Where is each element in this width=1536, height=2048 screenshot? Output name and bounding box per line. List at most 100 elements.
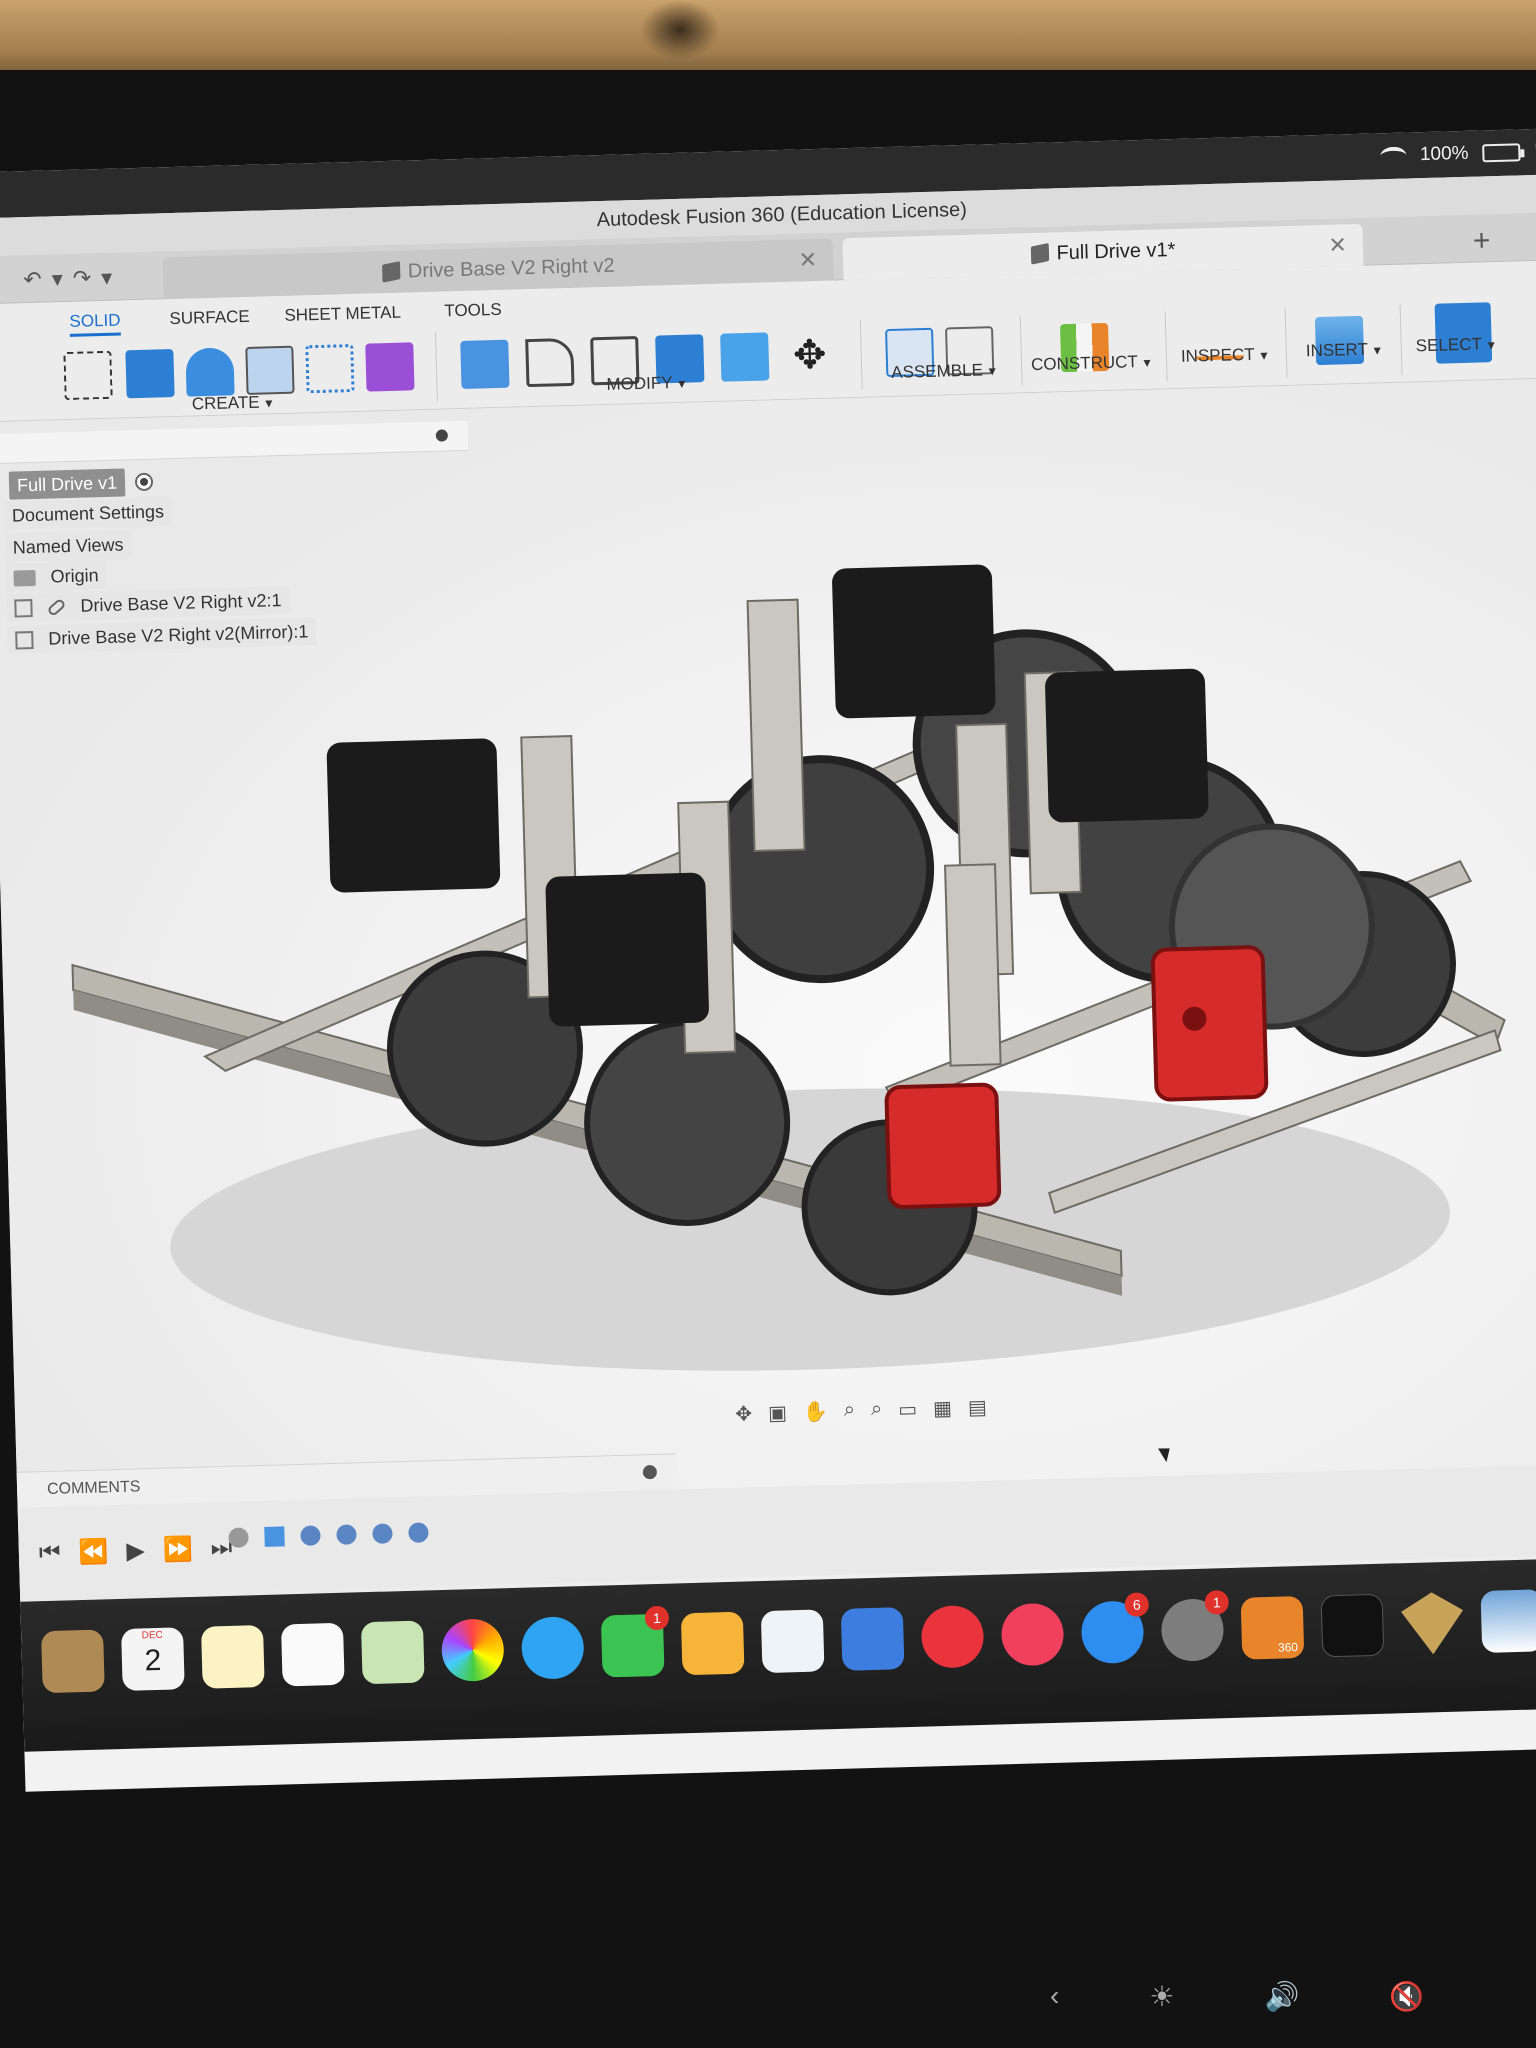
system-preferences-icon[interactable]: 1 <box>1160 1590 1230 1662</box>
timeline-joint-icon[interactable] <box>372 1523 393 1544</box>
battery-icon[interactable] <box>1482 143 1521 163</box>
collapse-icon[interactable] <box>435 429 449 442</box>
calendar-month: DEC <box>141 1629 163 1642</box>
fusion-360-icon[interactable]: 360 <box>1240 1595 1305 1660</box>
component-icon <box>14 599 33 618</box>
modify-menu[interactable]: MODIFY <box>606 373 688 395</box>
timeline-sketch-icon[interactable] <box>228 1527 249 1548</box>
redo-icon[interactable]: ↷ <box>72 265 91 292</box>
press-pull-icon[interactable] <box>460 339 510 389</box>
keynote-icon[interactable] <box>840 1607 905 1671</box>
play-icon[interactable]: ▶ <box>126 1536 145 1566</box>
red-sensor <box>1150 945 1269 1102</box>
close-icon[interactable]: ✕ <box>1328 232 1347 259</box>
wifi-icon[interactable] <box>1379 146 1407 166</box>
grid-settings-icon[interactable]: ▦ <box>933 1396 953 1422</box>
tab-solid[interactable]: SOLID <box>69 310 121 337</box>
tree-item-origin[interactable]: Origin <box>5 560 108 592</box>
timeline-features <box>228 1522 429 1548</box>
insert-menu[interactable]: INSERT <box>1306 339 1384 361</box>
preferences-badge: 1 <box>1204 1590 1230 1615</box>
create-form-icon[interactable] <box>365 342 415 392</box>
link-icon <box>46 597 67 618</box>
fit-icon[interactable]: ⌕ <box>871 1398 883 1423</box>
tab-label: Drive Base V2 Right v2 <box>407 254 615 282</box>
move-icon[interactable]: ✥ <box>785 331 834 380</box>
brightness-icon[interactable]: ☀ <box>1149 1980 1174 2013</box>
notes-icon[interactable] <box>201 1625 265 1689</box>
divider <box>1284 307 1288 378</box>
redo-dropdown-icon[interactable]: ▾ <box>101 265 113 291</box>
tree-item-root[interactable]: Full Drive v1 <box>8 468 154 500</box>
create-menu[interactable]: CREATE <box>192 392 275 414</box>
motor <box>326 738 501 893</box>
orbit-icon[interactable]: ✥ <box>735 1401 752 1426</box>
new-tab-plus-icon[interactable]: + <box>1472 224 1490 258</box>
construct-menu[interactable]: CONSTRUCT <box>1031 352 1153 375</box>
hole-icon[interactable] <box>245 345 295 395</box>
timeline-feature-icon[interactable] <box>264 1526 285 1547</box>
chevron-left-icon[interactable]: ‹ <box>1050 1980 1059 2013</box>
extrude-icon[interactable] <box>125 349 175 399</box>
mute-icon[interactable]: 🔇 <box>1389 1980 1424 2013</box>
app-store-badge: 6 <box>1124 1592 1150 1617</box>
music-icon[interactable] <box>1000 1602 1065 1667</box>
tower <box>944 863 1002 1067</box>
tab-sheet-metal[interactable]: SHEET METAL <box>284 303 401 326</box>
undo-redo: ↶ ▾ ↷ ▾ <box>23 265 113 293</box>
contacts-icon[interactable] <box>41 1629 105 1694</box>
divider <box>434 331 438 402</box>
pattern-icon[interactable] <box>305 343 355 394</box>
look-at-icon[interactable]: ▣ <box>768 1400 788 1426</box>
app-store-icon[interactable]: 6 <box>1080 1592 1150 1665</box>
preview-icon[interactable] <box>1480 1589 1536 1653</box>
tab-tools[interactable]: TOOLS <box>444 300 502 322</box>
facetime-icon[interactable]: 1 <box>600 1605 670 1678</box>
step-forward-icon[interactable]: ⏩ <box>162 1535 193 1565</box>
tree-item-document-settings[interactable]: Document Settings <box>3 497 173 530</box>
numbers-icon[interactable] <box>760 1609 825 1674</box>
divider <box>859 319 863 390</box>
document-cube-icon <box>381 261 401 283</box>
zoom-icon[interactable]: ⌕ <box>843 1398 855 1423</box>
step-back-icon[interactable]: ⏪ <box>78 1537 109 1567</box>
inspect-menu[interactable]: INSPECT <box>1181 344 1270 366</box>
menubar-status: 100% M <box>1379 140 1536 167</box>
calendar-icon[interactable]: DEC 2 <box>121 1627 185 1691</box>
motor <box>1045 668 1209 823</box>
volume-icon[interactable]: 🔊 <box>1264 1980 1299 2013</box>
terminal-icon[interactable] <box>1320 1593 1385 1658</box>
timeline-joint-icon[interactable] <box>336 1524 357 1545</box>
pan-hand-icon[interactable]: ✋ <box>803 1399 829 1425</box>
photos-icon[interactable] <box>440 1618 505 1683</box>
tree-item-named-views[interactable]: Named Views <box>4 530 132 562</box>
fillet-icon[interactable] <box>525 337 575 388</box>
add-comment-icon[interactable] <box>642 1464 658 1480</box>
facetime-badge: 1 <box>644 1605 670 1631</box>
pages-icon[interactable] <box>680 1611 745 1676</box>
go-to-start-icon[interactable]: ⏮ <box>39 1539 61 1569</box>
undo-dropdown-icon[interactable]: ▾ <box>51 266 63 292</box>
window-title: Autodesk Fusion 360 (Education License) <box>596 198 968 232</box>
news-icon[interactable] <box>920 1604 985 1669</box>
tab-surface[interactable]: SURFACE <box>169 307 250 329</box>
assemble-menu[interactable]: ASSEMBLE <box>891 360 998 383</box>
close-icon[interactable]: ✕ <box>798 247 817 274</box>
tree-item-label: Origin <box>50 565 99 587</box>
scale-icon[interactable] <box>720 332 770 382</box>
create-sketch-icon[interactable] <box>63 350 113 401</box>
display-settings-icon[interactable]: ▭ <box>898 1397 918 1423</box>
timeline-joint-icon[interactable] <box>408 1522 429 1543</box>
timeline-joint-icon[interactable] <box>300 1525 321 1546</box>
app-logo-icon[interactable] <box>1401 1592 1465 1656</box>
select-menu[interactable]: SELECT <box>1415 334 1497 356</box>
touch-bar: ‹ ☀ 🔊 🔇 <box>1050 1980 1424 2013</box>
maps-icon[interactable] <box>360 1620 425 1685</box>
messages-icon[interactable] <box>520 1616 585 1680</box>
undo-icon[interactable]: ↶ <box>23 267 42 294</box>
revolve-icon[interactable] <box>185 347 235 397</box>
reminders-icon[interactable] <box>280 1622 345 1687</box>
viewports-icon[interactable]: ▤ <box>968 1395 988 1421</box>
tab-label: Full Drive v1* <box>1056 238 1176 264</box>
calendar-day: 2 <box>144 1643 162 1678</box>
